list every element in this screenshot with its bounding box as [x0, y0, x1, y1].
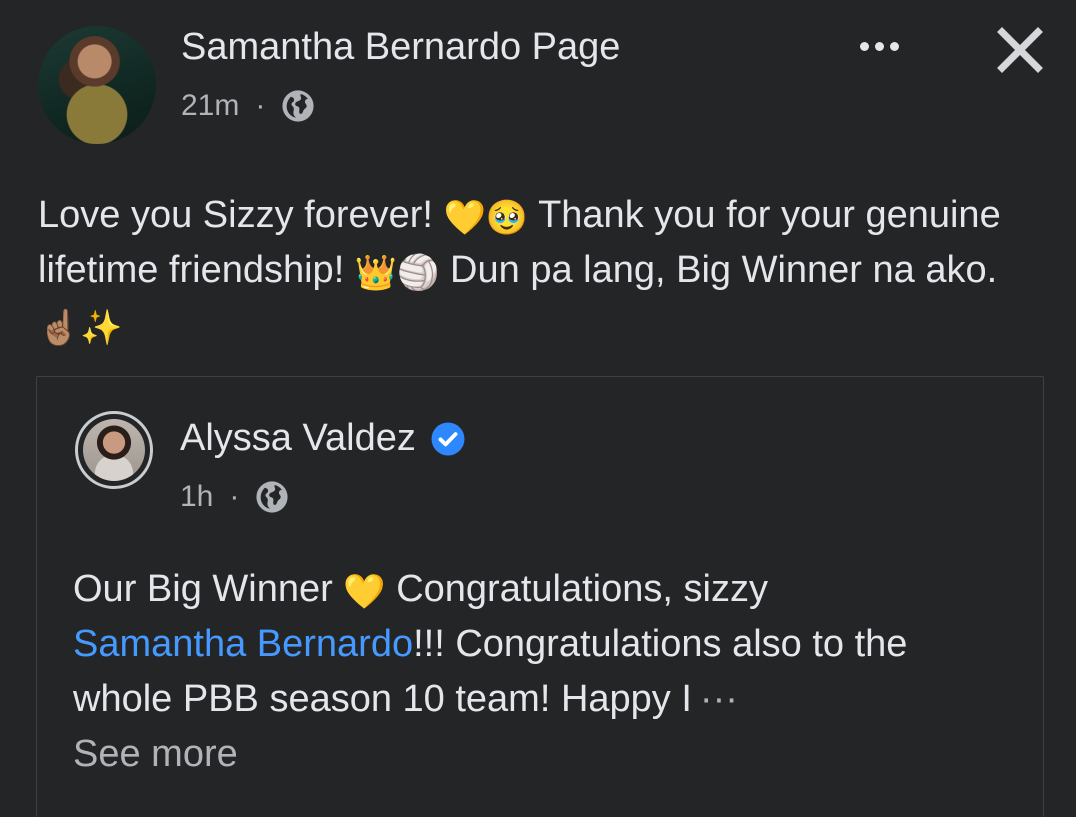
shared-author-row: Alyssa Valdez [180, 417, 466, 460]
post-text-part: Dun pa lang, Big Winner na ako. [439, 249, 998, 291]
close-icon[interactable] [990, 20, 1050, 80]
globe-icon[interactable] [255, 480, 289, 514]
shared-post-card[interactable]: Alyssa Valdez 1h · Our Big Winner 💛 Cong… [36, 376, 1044, 817]
post-text-part: Love you Sizzy forever! [38, 194, 444, 236]
shared-post-time[interactable]: 1h [180, 480, 213, 514]
post-time[interactable]: 21m [181, 89, 239, 123]
meta-separator: · [255, 89, 266, 122]
sparkles-icon: ✨ [80, 309, 123, 347]
more-options-icon [859, 41, 869, 51]
more-options-button[interactable] [850, 28, 908, 64]
mention-link[interactable]: Samantha Bernardo [73, 623, 413, 665]
globe-icon[interactable] [281, 89, 315, 123]
volleyball-icon: 🏐 [397, 254, 440, 292]
post-body: Love you Sizzy forever! 💛🥹 Thank you for… [38, 188, 1048, 353]
shared-author-avatar[interactable] [75, 411, 153, 489]
crown-icon: 👑 [354, 254, 398, 292]
see-more-link[interactable]: See more [73, 733, 238, 775]
shared-text-part: Congratulations, sizzy [385, 568, 768, 610]
meta-separator: · [229, 480, 240, 513]
holding-back-tears-icon: 🥹 [485, 199, 529, 237]
post-header: Samantha Bernardo Page 21m · [0, 0, 1076, 160]
page-avatar[interactable] [38, 26, 156, 144]
verified-badge-icon [431, 422, 465, 455]
page-name[interactable]: Samantha Bernardo Page [181, 26, 620, 69]
shared-author-name[interactable]: Alyssa Valdez [180, 417, 416, 460]
yellow-heart-icon: 💛 [443, 199, 486, 237]
shared-post-meta: 1h · [180, 477, 289, 517]
post-meta: 21m · [181, 86, 315, 126]
pointing-up-icon: ☝🏽 [38, 309, 81, 347]
yellow-heart-icon: 💛 [343, 573, 386, 611]
shared-text-part: Our Big Winner [73, 568, 344, 610]
truncation-ellipsis: ··· [699, 678, 738, 720]
shared-post-body: Our Big Winner 💛 Congratulations, sizzy … [73, 562, 1013, 782]
